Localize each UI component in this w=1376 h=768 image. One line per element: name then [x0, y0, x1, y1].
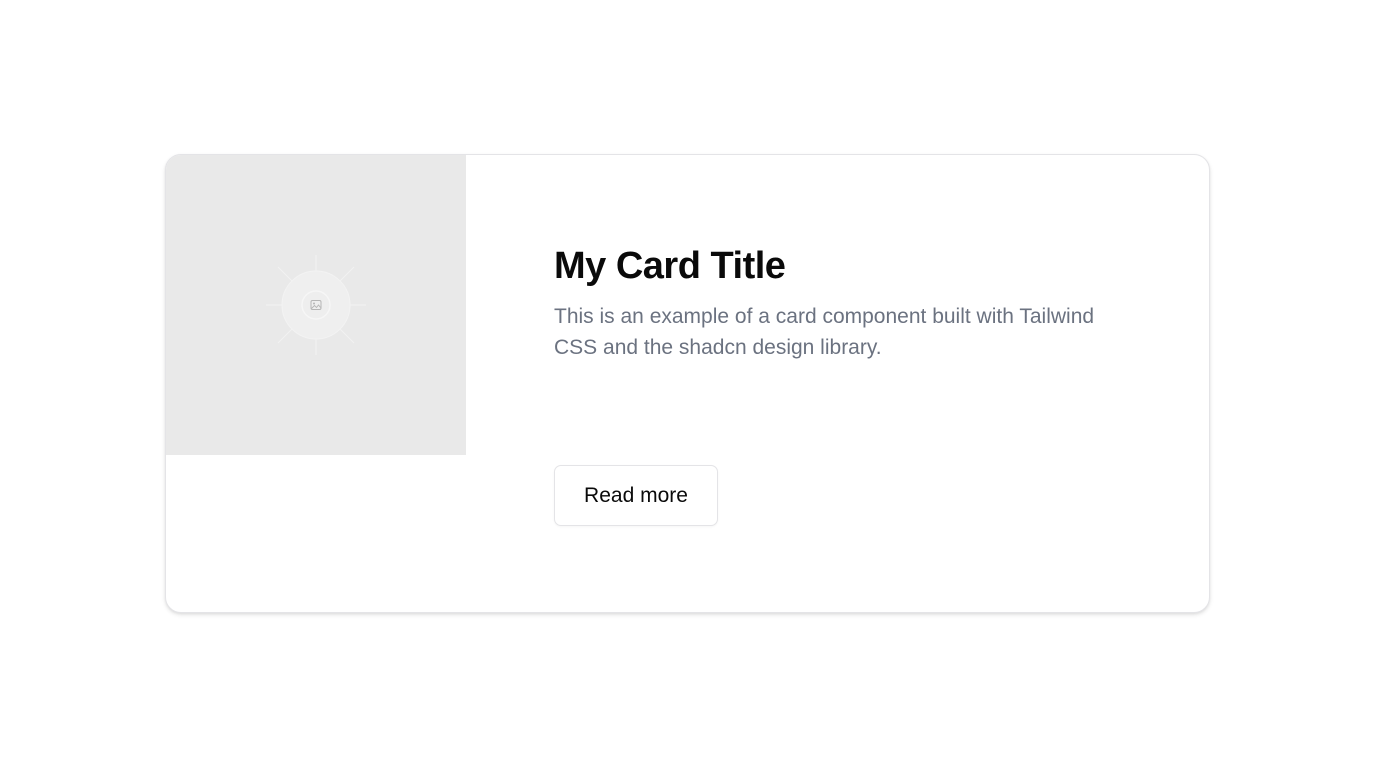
card: My Card Title This is an example of a ca…	[165, 154, 1210, 613]
card-description: This is an example of a card component b…	[554, 305, 1095, 359]
image-placeholder-icon	[266, 255, 366, 355]
read-more-button[interactable]: Read more	[554, 465, 718, 526]
card-body: My Card Title This is an example of a ca…	[554, 243, 1114, 363]
card-title: My Card Title	[554, 245, 786, 287]
card-image-placeholder	[166, 155, 466, 455]
